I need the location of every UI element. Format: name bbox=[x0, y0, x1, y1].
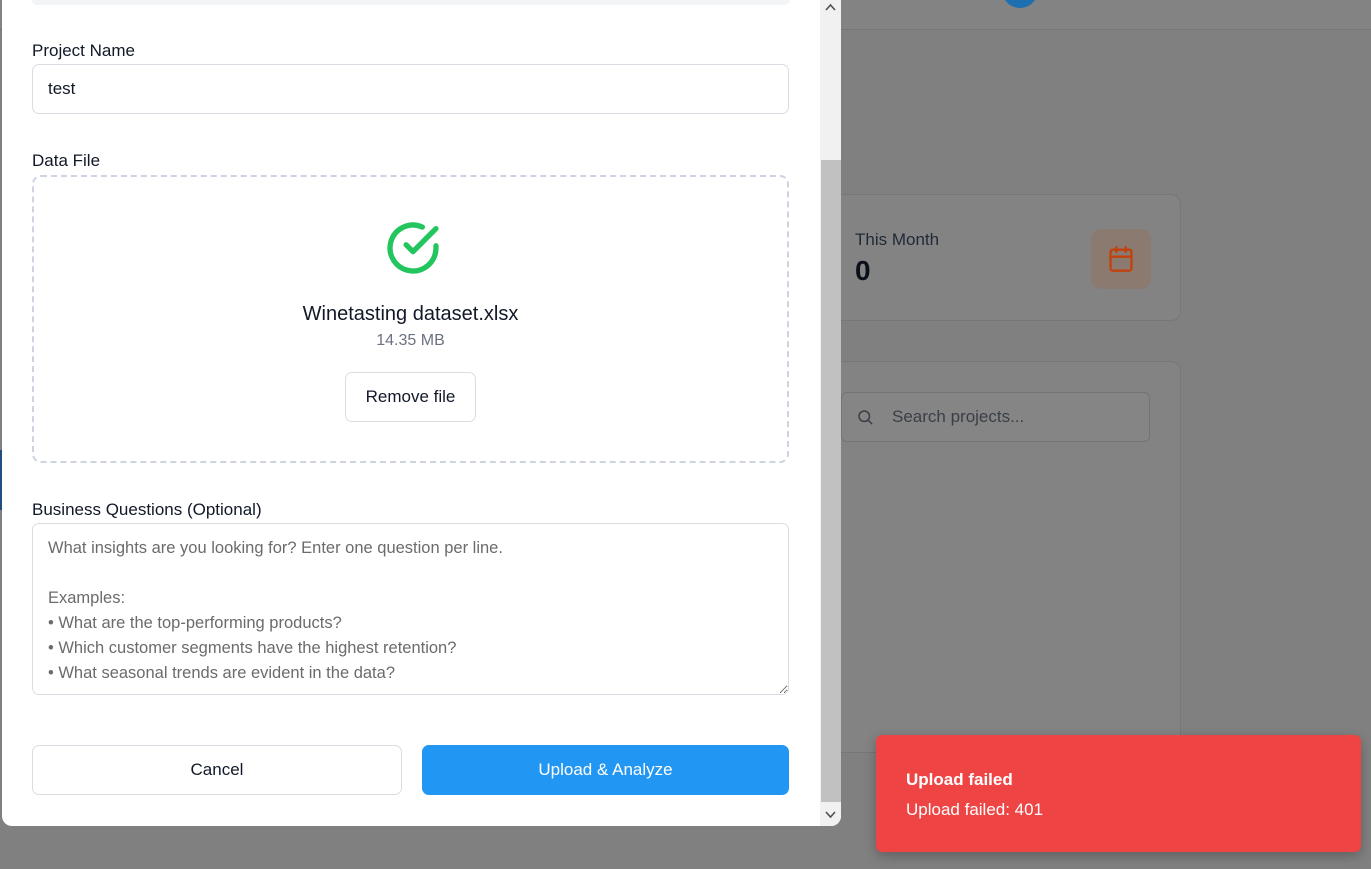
search-projects-input[interactable]: Search projects... bbox=[841, 392, 1150, 442]
avatar[interactable] bbox=[1002, 0, 1038, 8]
upload-modal: Project Name Data File Winetasting datas… bbox=[2, 0, 841, 826]
upload-analyze-button[interactable]: Upload & Analyze bbox=[422, 745, 789, 795]
toast-title: Upload failed bbox=[906, 770, 1013, 789]
toast-message: Upload failed: 401 bbox=[906, 800, 1044, 819]
file-name: Winetasting dataset.xlsx bbox=[302, 303, 519, 325]
scroll-thumb[interactable] bbox=[821, 160, 841, 802]
stat-card-this-month: This Month 0 bbox=[820, 194, 1181, 321]
calendar-icon-box bbox=[1091, 229, 1151, 289]
modal-scrollbar[interactable] bbox=[820, 0, 841, 826]
data-file-label: Data File bbox=[32, 151, 101, 170]
scroll-down-icon[interactable] bbox=[820, 804, 841, 826]
file-size: 14.35 MB bbox=[376, 332, 445, 349]
business-questions-label: Business Questions (Optional) bbox=[32, 500, 262, 519]
search-icon bbox=[858, 410, 873, 425]
remove-file-button[interactable]: Remove file bbox=[345, 372, 476, 422]
modal-top-section bbox=[32, 0, 790, 5]
file-dropzone[interactable]: Winetasting dataset.xlsx 14.35 MB Remove… bbox=[32, 175, 789, 463]
project-name-input[interactable] bbox=[32, 64, 789, 114]
check-circle-icon bbox=[387, 222, 439, 274]
scroll-up-icon[interactable] bbox=[820, 0, 841, 14]
error-toast[interactable]: Upload failed Upload failed: 401 bbox=[876, 735, 1361, 852]
projects-panel: Search projects... bbox=[820, 361, 1181, 753]
stat-card-label: This Month bbox=[855, 230, 940, 249]
project-name-label: Project Name bbox=[32, 41, 135, 60]
search-placeholder: Search projects... bbox=[892, 407, 1025, 426]
cancel-button[interactable]: Cancel bbox=[32, 745, 402, 795]
calendar-icon bbox=[1109, 246, 1133, 272]
business-questions-textarea[interactable] bbox=[32, 523, 789, 695]
stat-card-value: 0 bbox=[855, 255, 871, 286]
